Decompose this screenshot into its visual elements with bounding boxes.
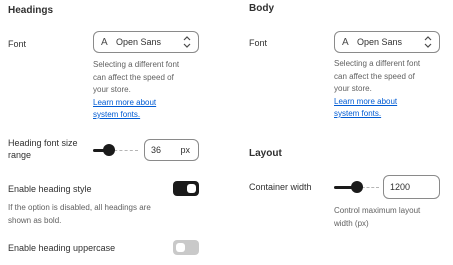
layout-title: Layout [249, 148, 282, 159]
container-width-help: Control maximum layout width (px) [334, 206, 421, 228]
heading-style-toggle[interactable] [173, 181, 199, 196]
body-font-picker[interactable]: A Open Sans [334, 31, 440, 53]
headings-font-picker[interactable]: A Open Sans [93, 31, 199, 53]
chevron-up-down-icon [424, 36, 432, 48]
heading-size-unit: px [180, 145, 190, 155]
headings-font-label: Font [8, 39, 27, 49]
heading-style-label: Enable heading style [8, 184, 92, 194]
heading-style-help: If the option is disabled, all headings … [8, 203, 151, 225]
heading-size-label: Heading font size range [8, 138, 78, 160]
font-icon: A [101, 36, 108, 48]
heading-size-input[interactable]: 36 px [144, 139, 199, 161]
heading-uppercase-toggle[interactable] [173, 240, 199, 255]
toggle-knob [176, 243, 185, 252]
headings-font-help: Selecting a different font can affect th… [93, 60, 180, 120]
chevron-up-down-icon [183, 36, 191, 48]
headings-font-value: Open Sans [116, 37, 162, 47]
body-title: Body [249, 3, 274, 14]
font-icon: A [342, 36, 349, 48]
body-font-value: Open Sans [357, 37, 403, 47]
slider-thumb[interactable] [103, 144, 115, 156]
container-width-label: Container width [249, 182, 312, 192]
heading-size-slider[interactable] [93, 143, 138, 157]
toggle-knob [187, 184, 196, 193]
container-width-input[interactable]: 1200 [383, 175, 440, 199]
container-width-value: 1200 [390, 182, 411, 192]
system-fonts-link[interactable]: Learn more about system fonts. [93, 98, 156, 120]
body-font-help: Selecting a different font can affect th… [334, 59, 421, 119]
slider-thumb[interactable] [351, 181, 363, 193]
body-font-label: Font [249, 38, 268, 48]
heading-uppercase-label: Enable heading uppercase [8, 243, 116, 253]
container-width-slider[interactable] [334, 180, 379, 194]
headings-title: Headings [8, 5, 54, 16]
heading-size-value: 36 [151, 145, 162, 155]
system-fonts-link[interactable]: Learn more about system fonts. [334, 97, 397, 119]
